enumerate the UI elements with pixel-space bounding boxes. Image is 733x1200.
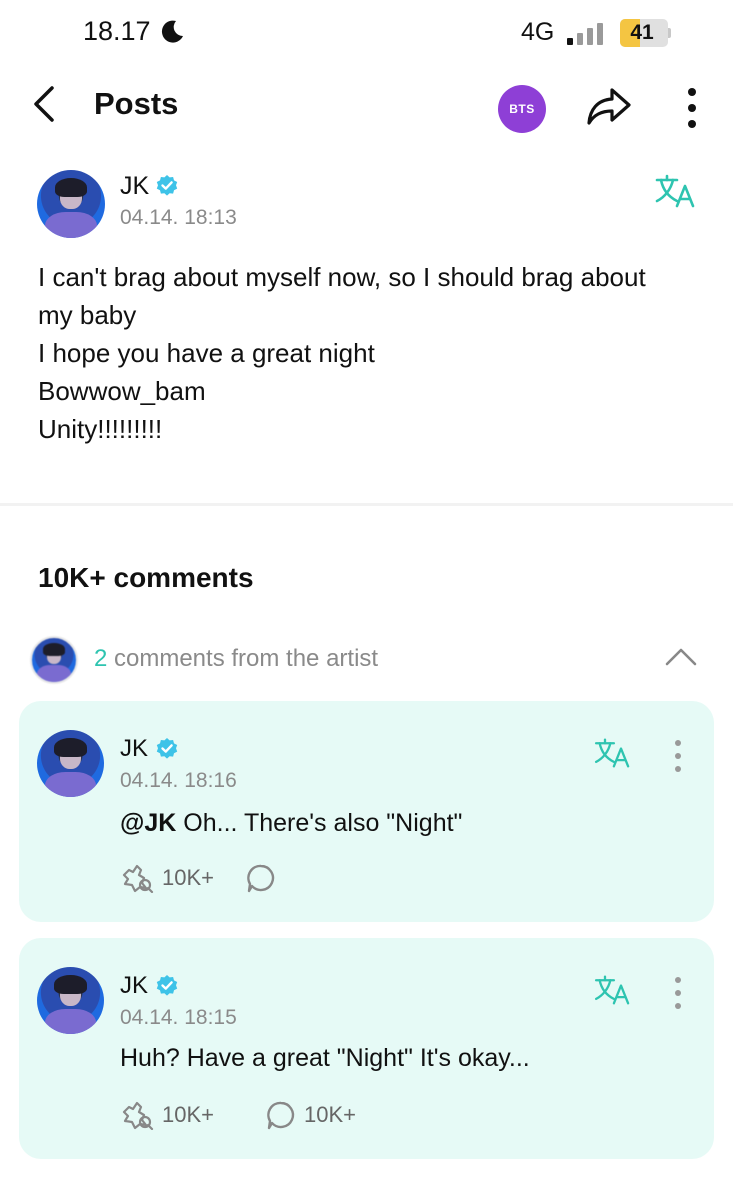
- battery-icon: 41: [620, 19, 668, 47]
- post-line: I hope you have a great night: [38, 338, 375, 368]
- post-body: I can't brag about myself now, so I shou…: [38, 258, 698, 448]
- pawprint-like-icon[interactable]: [120, 861, 154, 893]
- comment-mention[interactable]: @JK: [120, 809, 176, 837]
- comment-like-count: 10K+: [162, 865, 214, 890]
- post-line: Unity!!!!!!!!!: [38, 414, 163, 444]
- post-author-avatar[interactable]: [37, 170, 105, 238]
- network-type: 4G: [521, 18, 555, 46]
- translate-icon[interactable]: [655, 173, 697, 209]
- post-line: my baby: [38, 300, 137, 330]
- artist-mini-avatar: [30, 636, 78, 684]
- artist-comments-toggle[interactable]: 2 comments from the artist: [30, 636, 710, 684]
- pawprint-like-icon[interactable]: [120, 1098, 154, 1130]
- post-line: Bowwow_bam: [38, 376, 206, 406]
- comment-author-name[interactable]: JK: [120, 972, 148, 1000]
- verified-badge-icon: [156, 738, 178, 759]
- reply-bubble-icon[interactable]: [246, 863, 276, 893]
- translate-icon[interactable]: [594, 974, 632, 1006]
- comment-more-icon[interactable]: [671, 975, 685, 1011]
- translate-icon[interactable]: [594, 737, 632, 769]
- verified-badge-icon: [156, 175, 178, 196]
- comment-timestamp: 04.14. 18:15: [120, 1006, 237, 1029]
- section-divider: [0, 503, 733, 506]
- status-time: 18.17: [83, 16, 151, 46]
- artist-comments-label: comments from the artist: [114, 645, 379, 672]
- post-timestamp: 04.14. 18:13: [120, 206, 237, 229]
- comment-like-count: 10K+: [162, 1102, 214, 1127]
- comment-card: JK 04.14. 18:15 Huh? Have a great "Night…: [19, 938, 714, 1159]
- verified-badge-icon: [156, 975, 178, 996]
- status-bar: 18.17 4G 41: [0, 0, 733, 64]
- comment-body: Huh? Have a great "Night" It's okay...: [120, 1044, 530, 1072]
- comment-text: Huh? Have a great "Night" It's okay...: [120, 1044, 530, 1073]
- comment-body: Oh... There's also "Night": [176, 809, 463, 837]
- top-app-bar: Posts BTS: [0, 72, 733, 140]
- comment-more-icon[interactable]: [671, 738, 685, 774]
- back-arrow-icon[interactable]: [28, 84, 64, 124]
- more-options-icon[interactable]: [680, 86, 704, 130]
- reply-bubble-icon[interactable]: [266, 1100, 296, 1130]
- share-icon[interactable]: [585, 86, 633, 128]
- comment-author-avatar[interactable]: [37, 967, 104, 1034]
- comment-reply-count: 10K+: [304, 1102, 356, 1127]
- bts-community-badge[interactable]: BTS: [498, 85, 546, 133]
- comment-author-avatar[interactable]: [37, 730, 104, 797]
- artist-comments-count: 2: [94, 645, 108, 672]
- chevron-up-icon[interactable]: [664, 644, 698, 668]
- page-title: Posts: [94, 86, 179, 121]
- comment-card: JK 04.14. 18:16 @JK Oh... There's also "…: [19, 701, 714, 922]
- comments-count-heading: 10K+ comments: [38, 562, 254, 593]
- battery-tip: [668, 28, 671, 38]
- battery-level: 41: [630, 21, 654, 44]
- comment-text: @JK Oh... There's also "Night": [120, 809, 462, 838]
- signal-icon: [567, 23, 603, 45]
- comment-author-name[interactable]: JK: [120, 735, 148, 763]
- comment-timestamp: 04.14. 18:16: [120, 769, 237, 792]
- post-author-name[interactable]: JK: [120, 172, 149, 201]
- post-line: I can't brag about myself now, so I shou…: [38, 262, 646, 292]
- moon-icon: [161, 20, 183, 43]
